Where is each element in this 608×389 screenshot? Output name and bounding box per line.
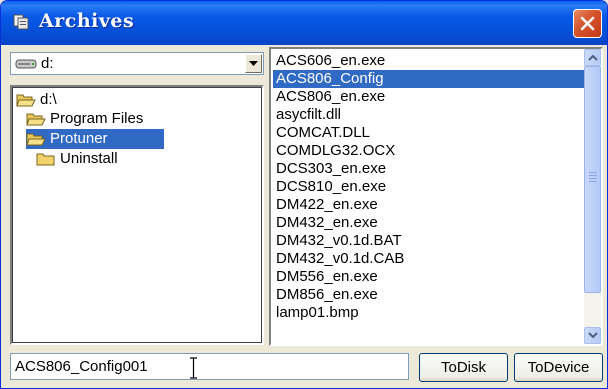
folder-item-label: d:\ (40, 91, 57, 108)
file-item[interactable]: DM556_en.exe (273, 268, 584, 286)
file-list[interactable]: ACS606_en.exe ACS806_Config ACS806_en.ex… (269, 47, 603, 346)
to-disk-button[interactable]: ToDisk (419, 353, 508, 382)
scroll-thumb[interactable] (584, 66, 601, 293)
chevron-down-icon (588, 332, 598, 339)
file-item[interactable]: asycfilt.dll (273, 106, 584, 124)
file-item[interactable]: DM422_en.exe (273, 196, 584, 214)
drive-label: d: (41, 55, 54, 72)
chevron-up-icon (588, 54, 598, 61)
file-item[interactable]: DCS810_en.exe (273, 178, 584, 196)
file-item[interactable]: COMCAT.DLL (273, 124, 584, 142)
window-title: Archives (39, 10, 135, 32)
archive-icon (13, 14, 29, 30)
open-folder-icon (26, 133, 46, 146)
file-item[interactable]: ACS806_en.exe (273, 88, 584, 106)
file-item[interactable]: DM432_en.exe (273, 214, 584, 232)
folder-icon (36, 153, 55, 166)
file-item[interactable]: DM856_en.exe (273, 286, 584, 304)
text-cursor-icon (190, 357, 197, 379)
open-folder-icon (16, 94, 36, 107)
drive-icon (15, 59, 37, 69)
filename-input[interactable] (10, 353, 409, 380)
title-bar[interactable]: Archives (1, 1, 607, 45)
chevron-down-icon (249, 61, 258, 66)
file-item[interactable]: ACS806_Config (273, 70, 584, 88)
drive-select[interactable]: d: (10, 52, 264, 75)
folder-item-label: Protuner (48, 129, 110, 149)
scroll-down-button[interactable] (584, 327, 601, 344)
file-item[interactable]: lamp01.bmp (273, 304, 584, 322)
drive-dropdown-button[interactable] (245, 54, 262, 73)
file-item[interactable]: DCS303_en.exe (273, 160, 584, 178)
close-icon (580, 16, 595, 31)
open-folder-icon (26, 113, 46, 126)
to-device-button[interactable]: ToDevice (514, 353, 603, 382)
folder-list[interactable]: d:\ Program Files Protuner Uninstall (10, 85, 264, 345)
file-item[interactable]: DM432_v0.1d.CAB (273, 250, 584, 268)
file-item[interactable]: COMDLG32.OCX (273, 142, 584, 160)
folder-item-protuner[interactable]: Protuner (26, 129, 164, 149)
file-item[interactable]: DM432_v0.1d.BAT (273, 232, 584, 250)
close-button[interactable] (573, 9, 602, 38)
folder-item-label: Uninstall (60, 150, 118, 167)
archives-window: Archives d: d:\ Program Files Protuner U… (0, 0, 608, 389)
folder-item-label: Program Files (50, 110, 144, 127)
scroll-up-button[interactable] (584, 49, 601, 66)
vertical-scrollbar[interactable] (584, 49, 601, 344)
file-item[interactable]: ACS606_en.exe (273, 52, 584, 70)
